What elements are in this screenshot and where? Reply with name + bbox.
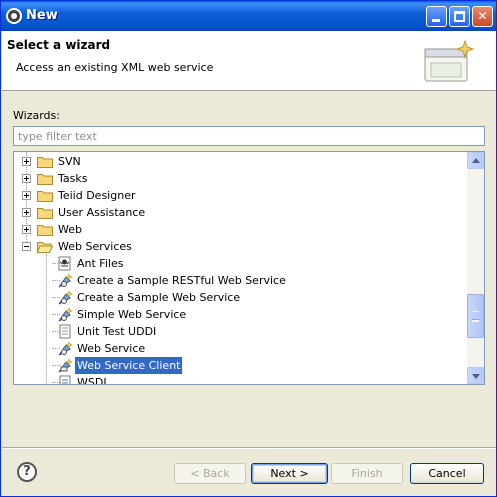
folder-icon [37, 191, 53, 202]
uddi-icon [59, 324, 71, 339]
close-icon: ✕ [477, 9, 488, 23]
wizard-header: Select a wizard Access an existing XML w… [2, 31, 496, 91]
webservice-client-icon [58, 358, 73, 373]
next-button[interactable]: Next > [251, 463, 328, 484]
help-icon[interactable]: ? [17, 462, 37, 482]
tree-vertical-scrollbar[interactable] [467, 152, 484, 384]
tree-item-label: Teiid Designer [58, 189, 136, 202]
webservice-wizard-icon [58, 307, 73, 322]
tree-item-label: Create a Sample RESTful Web Service [77, 274, 286, 287]
page-description: Access an existing XML web service [16, 61, 214, 74]
tree-guide [26, 152, 27, 250]
window-title: New [26, 8, 58, 23]
close-button[interactable]: ✕ [472, 6, 493, 27]
wizards-label: Wizards: [13, 109, 60, 122]
tree-item-label: WSDL [77, 376, 110, 385]
webservice-wizard-icon [58, 341, 73, 356]
filter-input[interactable] [13, 126, 485, 146]
maximize-icon [454, 11, 465, 22]
webservice-wizard-icon [58, 290, 73, 305]
tree-item-label: Web Services [58, 240, 132, 253]
scroll-thumb[interactable] [467, 294, 484, 338]
wsdl-icon [59, 375, 71, 384]
tree-item-label: Simple Web Service [77, 308, 187, 321]
folder-icon [37, 157, 53, 168]
tree-item-label: Web [58, 223, 82, 236]
expand-icon[interactable] [22, 174, 31, 183]
tree-item-label: Tasks [58, 172, 88, 185]
cancel-button[interactable]: Cancel [410, 463, 484, 484]
tree-item-label: Web Service [77, 342, 146, 355]
back-button[interactable]: < Back [174, 463, 246, 484]
button-bar-separator [2, 447, 496, 449]
eclipse-icon [6, 8, 22, 24]
wizard-tree[interactable]: SVN Tasks Teiid Designer User Assistance… [13, 151, 485, 385]
new-wizard-dialog: New ✕ Select a wizard Access an existing… [0, 0, 497, 497]
minimize-icon [432, 19, 440, 22]
tree-guide [46, 254, 47, 384]
scroll-down-button[interactable] [467, 367, 484, 384]
tree-item-label: Unit Test UDDI [77, 325, 157, 338]
folder-icon [37, 174, 53, 185]
minimize-button[interactable] [426, 6, 447, 27]
tree-item-label: Create a Sample Web Service [77, 291, 241, 304]
folder-icon [37, 225, 53, 236]
maximize-button[interactable] [449, 6, 470, 27]
ant-icon [58, 256, 71, 271]
folder-icon [37, 208, 53, 219]
tree-item-label: Ant Files [77, 257, 124, 270]
tree-item-label: SVN [58, 155, 81, 168]
collapse-icon[interactable] [22, 242, 31, 251]
expand-icon[interactable] [22, 191, 31, 200]
page-title: Select a wizard [7, 38, 111, 52]
title-bar[interactable]: New ✕ [1, 1, 496, 31]
finish-button[interactable]: Finish [331, 463, 403, 484]
scroll-up-button[interactable] [467, 152, 484, 169]
expand-icon[interactable] [22, 208, 31, 217]
tree-item-label: Web Service Client [75, 357, 183, 374]
open-folder-icon [37, 242, 53, 253]
expand-icon[interactable] [22, 225, 31, 234]
expand-icon[interactable] [22, 157, 31, 166]
tree-item-label: User Assistance [58, 206, 146, 219]
webservice-wizard-icon [58, 273, 73, 288]
wizard-banner-icon [424, 39, 475, 82]
